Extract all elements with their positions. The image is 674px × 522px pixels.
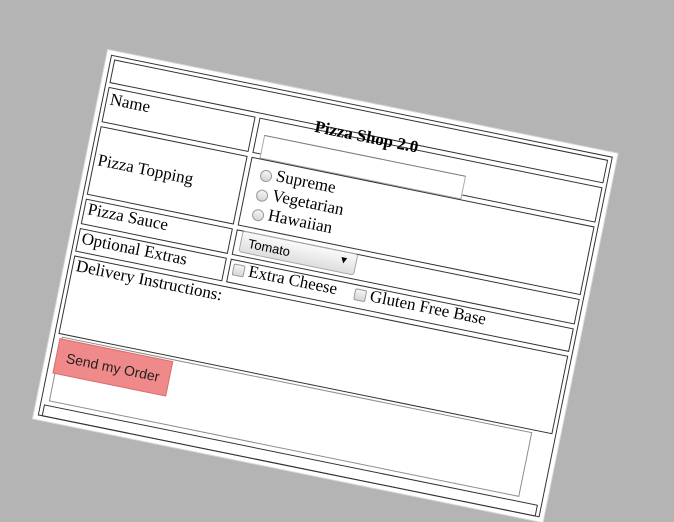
checkbox-gluten-free-base[interactable]: [353, 288, 368, 303]
checkbox-extra-cheese[interactable]: [231, 263, 246, 278]
pizza-order-form: Name Pizza Shop 2.0 Pizza Topping Suprem…: [33, 50, 618, 522]
chevron-down-icon: ▼: [337, 254, 350, 268]
